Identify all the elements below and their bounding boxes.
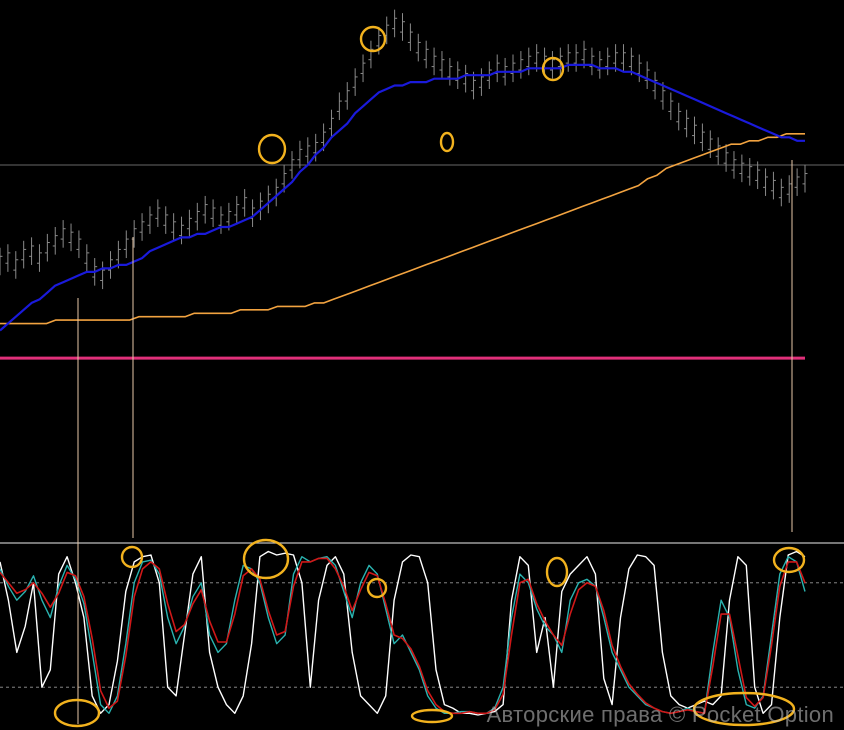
watermark: Авторские права © Pocket Option [486,702,834,727]
price-and-stochastic-chart [0,0,844,730]
